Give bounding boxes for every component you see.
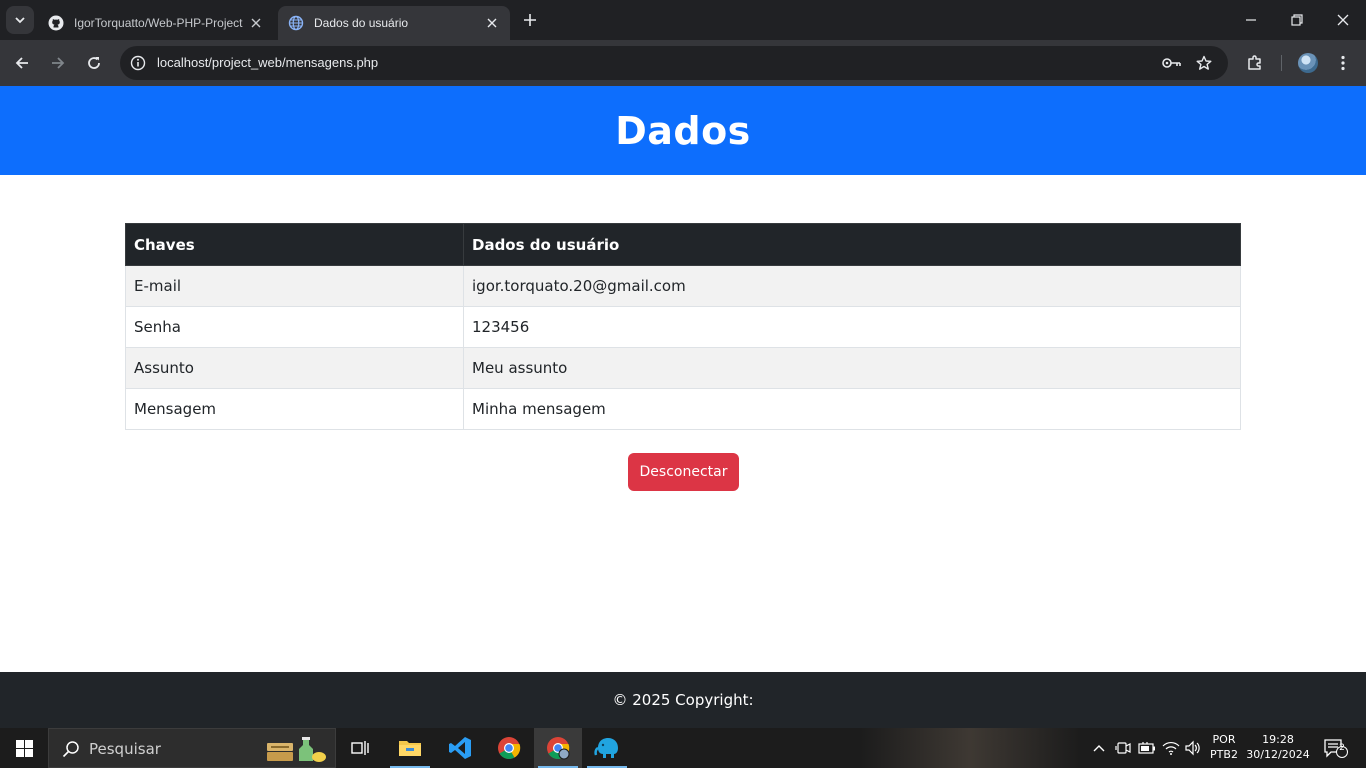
bookmark-star-icon[interactable]	[1194, 53, 1214, 73]
taskbar-elephant-app[interactable]	[583, 728, 631, 768]
close-tab-icon[interactable]	[484, 15, 500, 31]
browser-toolbar: localhost/project_web/mensagens.php	[0, 40, 1366, 86]
wifi-icon[interactable]	[1161, 738, 1181, 758]
key-cell: Mensagem	[125, 388, 464, 430]
disconnect-button[interactable]: Desconectar	[628, 453, 739, 491]
battery-icon[interactable]	[1137, 738, 1157, 758]
tab-title: IgorTorquatto/Web-PHP-Project	[74, 16, 243, 30]
value-cell: igor.torquato.20@gmail.com	[463, 265, 1241, 307]
table-row: Mensagem Minha mensagem	[125, 388, 1241, 430]
extensions-button[interactable]	[1241, 49, 1269, 77]
site-info-icon[interactable]	[126, 51, 150, 75]
copyright-text: © 2025 Copyright:	[612, 691, 754, 709]
close-tab-icon[interactable]	[248, 15, 264, 31]
taskbar-wallpaper-glow	[860, 728, 1080, 768]
globe-icon	[288, 15, 304, 31]
more-vertical-icon	[1341, 55, 1345, 71]
tab-dados-usuario[interactable]: Dados do usuário	[278, 6, 510, 40]
page-header: Dados	[0, 86, 1366, 175]
elephant-icon	[594, 738, 618, 758]
restore-button[interactable]	[1274, 0, 1320, 40]
table-row: Assunto Meu assunto	[125, 347, 1241, 389]
taskbar-vscode[interactable]	[436, 728, 484, 768]
back-button[interactable]	[8, 49, 36, 77]
password-key-icon[interactable]	[1162, 53, 1182, 73]
key-cell: Senha	[125, 306, 464, 348]
value-cell: Minha mensagem	[463, 388, 1241, 430]
arrow-left-icon	[15, 57, 28, 69]
restore-icon	[1291, 14, 1303, 26]
value-cell: Meu assunto	[463, 347, 1241, 389]
address-bar[interactable]: localhost/project_web/mensagens.php	[120, 46, 1228, 80]
vscode-icon	[449, 737, 471, 759]
chevron-up-icon	[1093, 745, 1105, 752]
github-icon	[48, 15, 64, 31]
table-row: E-mail igor.torquato.20@gmail.com	[125, 265, 1241, 307]
toolbar-divider	[1281, 55, 1282, 71]
meet-now-icon[interactable]	[1113, 738, 1133, 758]
language-label: POR	[1212, 733, 1236, 746]
profile-avatar[interactable]	[1298, 53, 1318, 73]
notification-count: 2	[1339, 743, 1345, 753]
page-footer: © 2025 Copyright:	[0, 672, 1366, 728]
tab-search-button[interactable]	[6, 6, 34, 34]
puzzle-icon	[1248, 55, 1261, 70]
chrome-icon	[498, 737, 521, 759]
browser-menu-button[interactable]	[1329, 49, 1357, 77]
windows-logo-icon	[15, 739, 33, 757]
taskbar-file-explorer[interactable]	[386, 728, 434, 768]
new-tab-button[interactable]	[518, 10, 542, 30]
reload-button[interactable]	[80, 49, 108, 77]
volume-icon[interactable]	[1183, 738, 1203, 758]
tab-github[interactable]: IgorTorquatto/Web-PHP-Project	[38, 6, 274, 40]
input-language-indicator[interactable]: POR PTB2	[1206, 732, 1242, 762]
chrome-icon	[547, 737, 570, 760]
windows-taskbar: Pesquisar POR PTB2 19:28 30/12/2024 2	[0, 728, 1366, 768]
clock-date: 30/12/2024	[1246, 748, 1310, 761]
clock-time: 19:28	[1262, 733, 1294, 746]
show-hidden-icons-button[interactable]	[1089, 738, 1109, 758]
browser-tab-strip: IgorTorquatto/Web-PHP-Project Dados do u…	[0, 0, 1366, 40]
table-header-row: Chaves Dados do usuário	[125, 223, 1241, 266]
chevron-down-icon	[15, 17, 25, 24]
minimize-icon	[1246, 19, 1256, 21]
taskbar-search[interactable]: Pesquisar	[48, 728, 336, 768]
user-data-table: Chaves Dados do usuário E-mail igor.torq…	[125, 223, 1241, 430]
reload-icon	[88, 57, 100, 69]
task-view-icon	[351, 741, 369, 755]
close-icon	[1337, 14, 1349, 26]
search-icon	[62, 741, 79, 758]
arrow-right-icon	[52, 57, 65, 69]
search-highlight-illustration-icon	[267, 737, 326, 762]
action-center-button[interactable]: 2	[1322, 738, 1350, 758]
start-button[interactable]	[0, 728, 48, 768]
clock[interactable]: 19:28 30/12/2024	[1244, 732, 1312, 762]
tab-title: Dados do usuário	[314, 16, 409, 30]
forward-button[interactable]	[44, 49, 72, 77]
key-cell: Assunto	[125, 347, 464, 389]
page-title: Dados	[615, 108, 751, 153]
minimize-button[interactable]	[1228, 0, 1274, 40]
value-cell: 123456	[463, 306, 1241, 348]
taskbar-chrome-profile[interactable]	[534, 728, 582, 768]
task-view-button[interactable]	[336, 728, 384, 768]
table-row: Senha 123456	[125, 306, 1241, 348]
keyboard-layout-label: PTB2	[1210, 748, 1238, 761]
url-text[interactable]: localhost/project_web/mensagens.php	[157, 55, 378, 70]
folder-icon	[399, 741, 421, 756]
close-window-button[interactable]	[1320, 0, 1366, 40]
column-header-user-data: Dados do usuário	[463, 223, 1241, 266]
plus-icon	[524, 14, 536, 26]
taskbar-chrome[interactable]	[485, 728, 533, 768]
column-header-keys: Chaves	[125, 223, 464, 266]
key-cell: E-mail	[125, 265, 464, 307]
search-placeholder: Pesquisar	[89, 740, 161, 758]
